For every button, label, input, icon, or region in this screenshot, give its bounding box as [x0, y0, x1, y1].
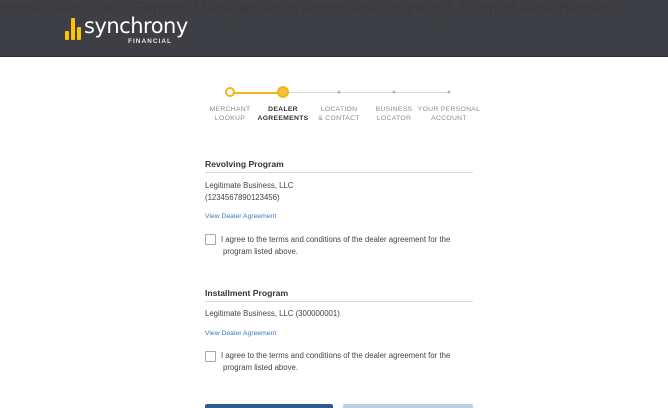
logo-wordmark: synchrony: [84, 14, 188, 38]
revolving-account-number: (1234567890123456): [205, 193, 280, 202]
installment-agree-checkbox[interactable]: [205, 351, 216, 362]
revolving-agree-label: I agree to the terms and conditions of t…: [221, 235, 451, 256]
section-divider: [205, 172, 473, 173]
section-divider: [205, 301, 473, 302]
revolving-agree-checkbox[interactable]: [205, 234, 216, 245]
revolving-program-title: Revolving Program: [205, 159, 284, 169]
installment-business-name: Legitimate Business, LLC (300000001): [205, 309, 340, 318]
step-5-marker: [447, 90, 451, 94]
back-button[interactable]: [343, 404, 473, 408]
installment-program-title: Installment Program: [205, 288, 289, 298]
step-3-marker: [337, 90, 341, 94]
step-2-marker: [277, 86, 289, 98]
step-label-personal-account: YOUR PERSONAL ACCOUNT: [417, 106, 481, 122]
top-nav-bar: synchrony FINANCIAL Home Sales Tools Sup…: [0, 0, 668, 57]
step-4-marker: [392, 90, 396, 94]
progress-stepper: MERCHANT LOOKUP DEALER AGREEMENTS LOCATION…: [200, 84, 490, 144]
stepper-line-remaining: [283, 92, 448, 93]
nav-user-alice-benson[interactable]: Alice Benson: [520, 0, 613, 17]
stepper-line-complete: [230, 92, 283, 94]
revolving-view-dealer-agreement-link[interactable]: View Dealer Agreement: [205, 213, 276, 220]
nav-help-support[interactable]: Help & Support: [408, 0, 517, 17]
logo-bars-icon: [62, 13, 82, 43]
nav-home[interactable]: Home: [0, 0, 43, 17]
installment-agree-label: I agree to the terms and conditions of t…: [221, 351, 451, 372]
continue-button[interactable]: [205, 404, 333, 408]
step-1-marker: [225, 87, 235, 97]
revolving-business-name: Legitimate Business, LLC: [205, 181, 294, 190]
installment-view-dealer-agreement-link[interactable]: View Dealer Agreement: [205, 330, 276, 337]
nav-manager-tools[interactable]: Manager Tools: [194, 0, 299, 17]
nav-administration[interactable]: Administration: [302, 0, 403, 17]
logo-subtitle: FINANCIAL: [128, 38, 173, 45]
